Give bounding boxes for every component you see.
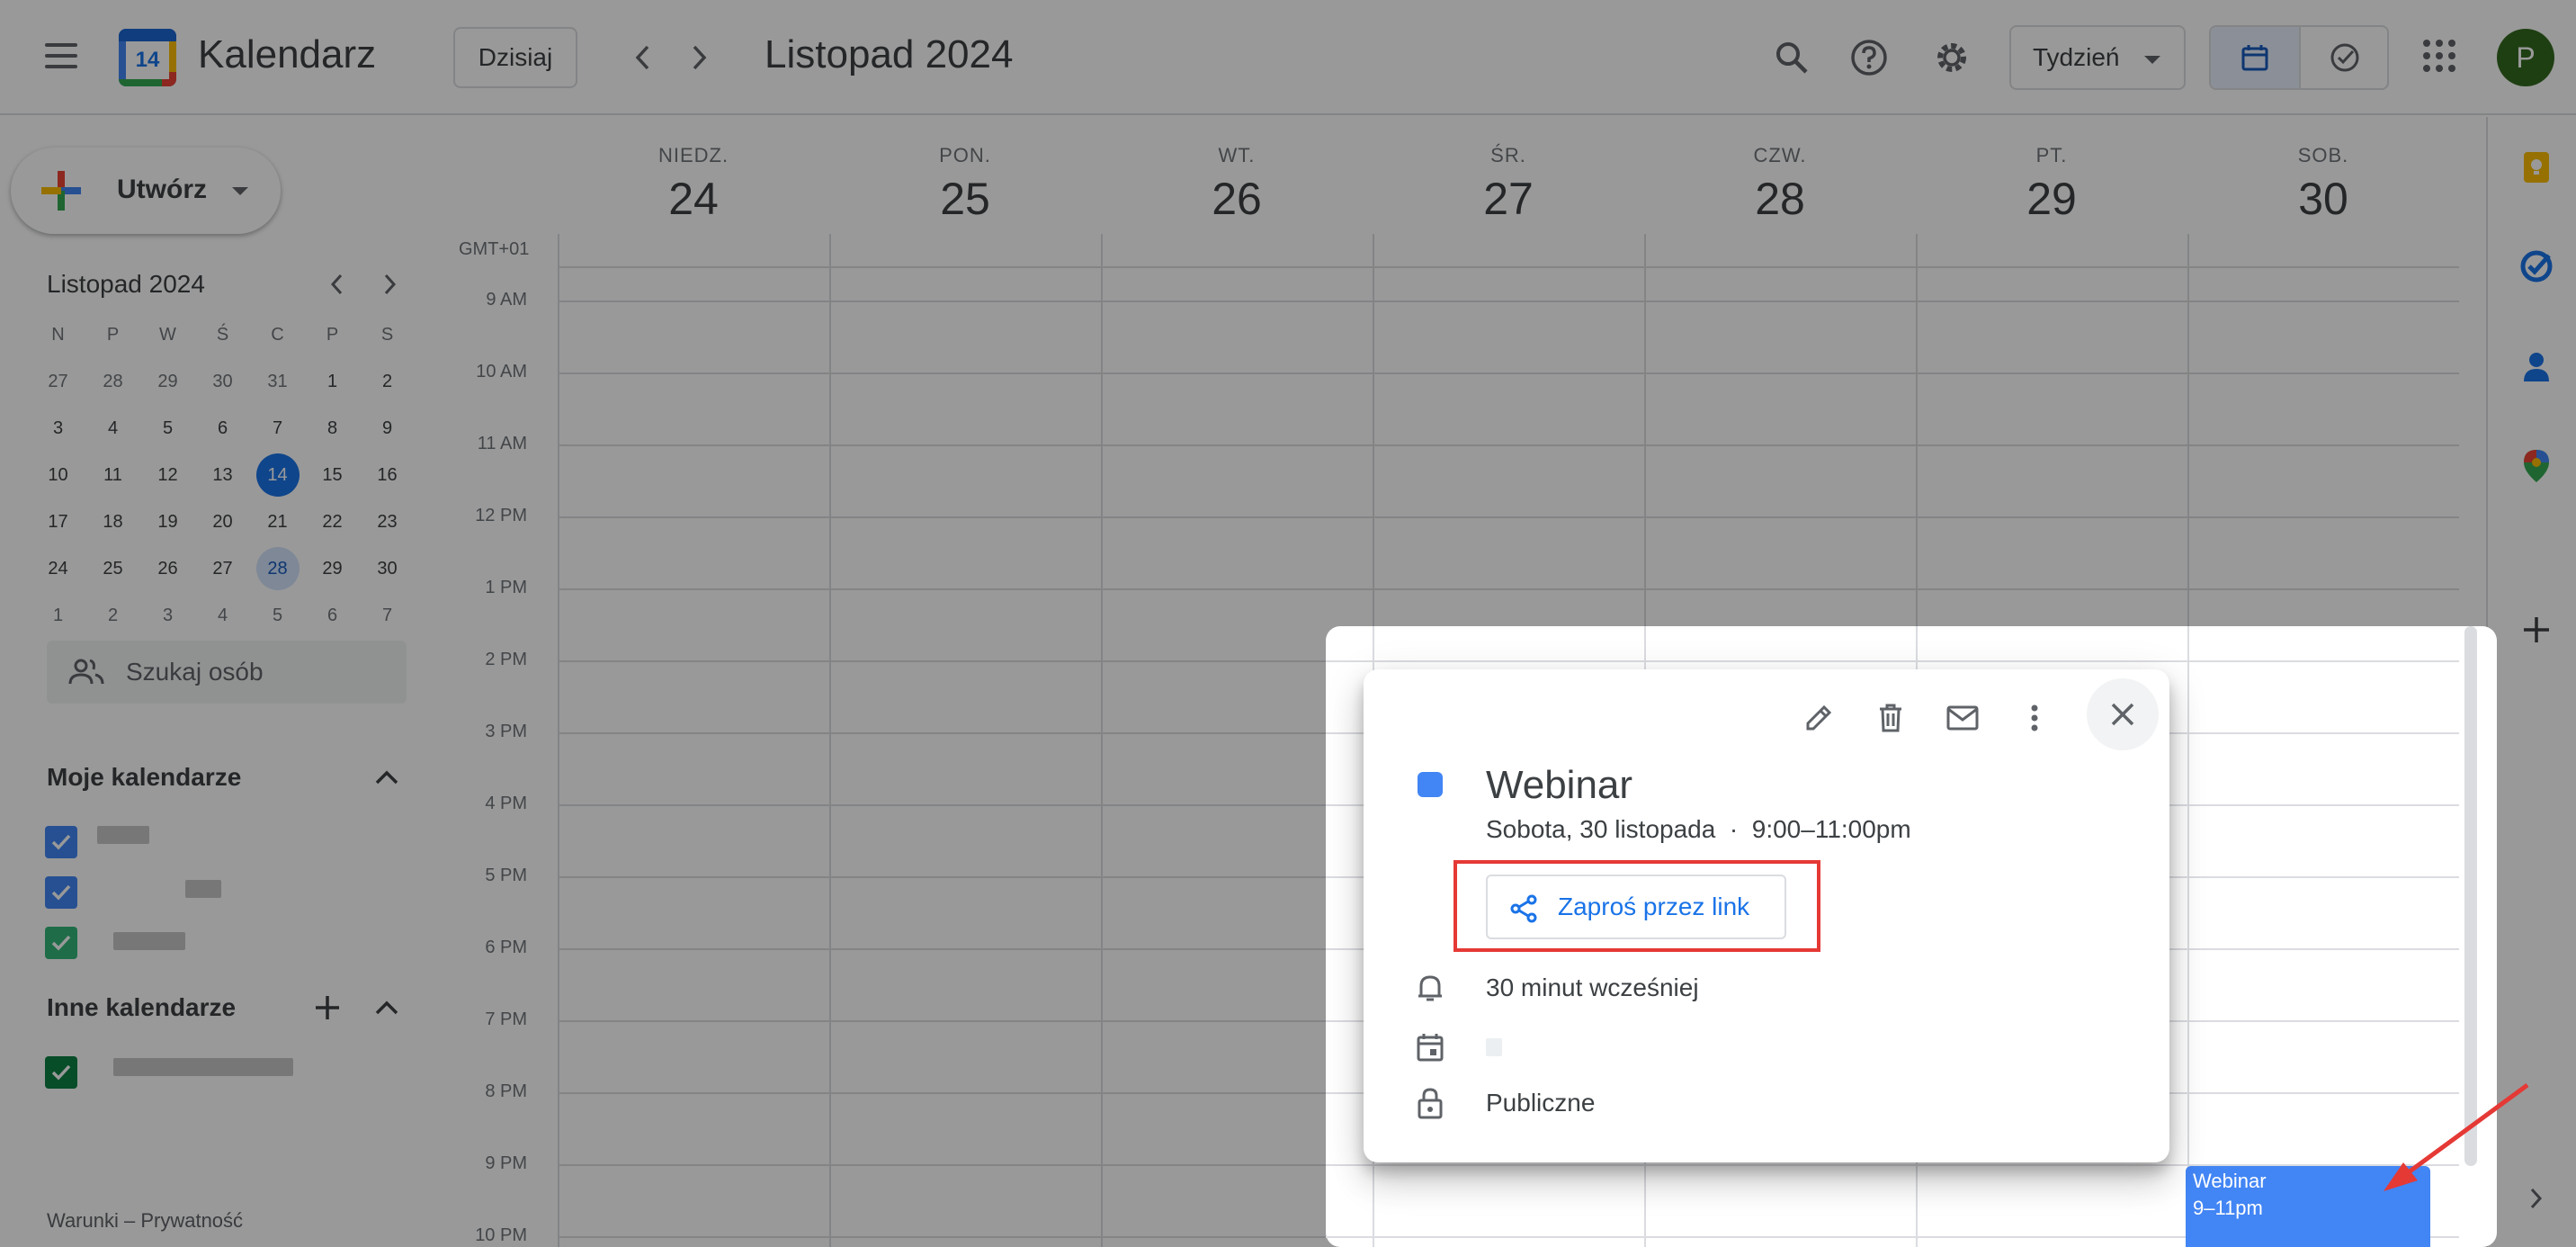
close-icon <box>2111 703 2134 726</box>
invite-via-link-button[interactable]: Zaproś przez link <box>1486 875 1786 939</box>
visibility-text: Publiczne <box>1486 1089 1596 1117</box>
close-popup-button[interactable] <box>2087 678 2159 750</box>
hour-line <box>1326 660 2459 662</box>
edit-event-button[interactable] <box>1792 691 1846 745</box>
email-guests-button[interactable] <box>1936 691 1990 745</box>
pencil-icon <box>1806 704 1832 731</box>
event-color-indicator <box>1418 772 1443 797</box>
lock-icon <box>1412 1085 1448 1121</box>
day-column-line <box>2187 626 2189 1247</box>
event-details-popup: Webinar Sobota, 30 listopada · 9:00–11:0… <box>1364 669 2169 1162</box>
reminder-text: 30 minut wcześniej <box>1486 973 1699 1001</box>
annotation-arrow <box>2384 1082 2529 1191</box>
more-options-button[interactable] <box>2008 691 2062 745</box>
more-vert-icon <box>2031 704 2038 731</box>
event-title: Webinar <box>1486 763 1633 807</box>
share-icon <box>1510 894 1537 923</box>
redacted-calendar-name <box>1486 1038 1502 1056</box>
invite-via-link-label: Zaproś przez link <box>1558 893 1750 920</box>
bell-icon <box>1412 970 1448 1006</box>
mail-icon <box>1946 705 1979 731</box>
trash-icon <box>1880 704 1901 732</box>
calendar-icon <box>1412 1029 1448 1065</box>
delete-event-button[interactable] <box>1864 691 1918 745</box>
event-date-time: Sobota, 30 listopada · 9:00–11:00pm <box>1486 815 1911 843</box>
